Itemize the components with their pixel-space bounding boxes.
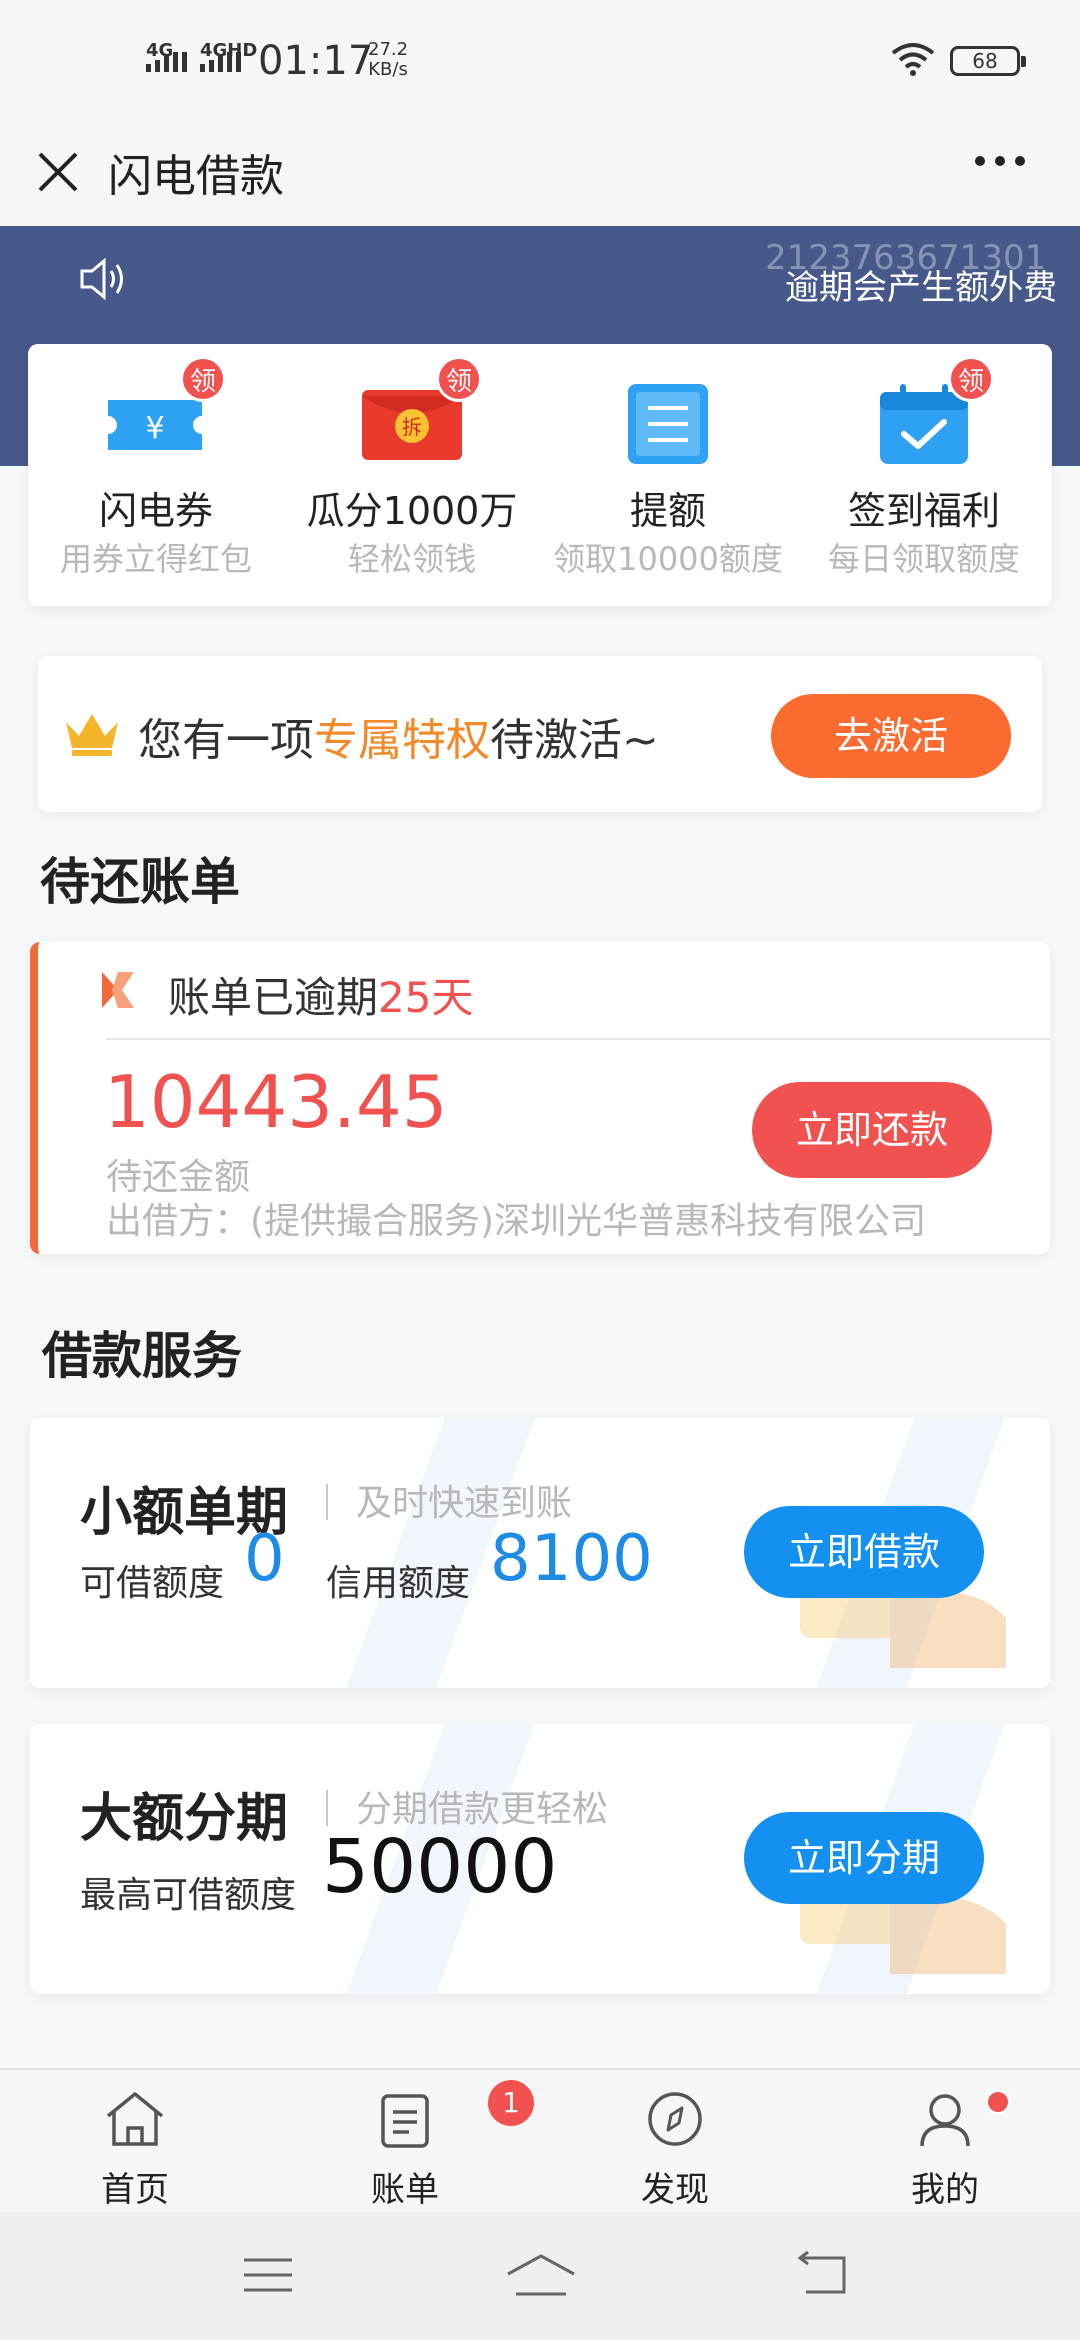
activate-button[interactable]: 去激活 (771, 694, 1011, 778)
separator (326, 1790, 328, 1826)
quick-item-title: 提额 (629, 489, 706, 533)
tab-mine[interactable]: 我的 (810, 2070, 1080, 2212)
close-icon[interactable] (28, 142, 88, 202)
bill-icon (381, 2094, 429, 2148)
borrow-now-button[interactable]: 立即借款 (744, 1506, 984, 1598)
more-icon[interactable] (975, 156, 1025, 166)
max-limit-value: 50000 (322, 1824, 558, 1910)
quick-item-subtitle: 领取10000额度 (553, 540, 783, 578)
bill-card: 账单已逾期25天 10443.45 待还金额 出借方：(提供撮合服务)深圳光华普… (30, 942, 1050, 1254)
available-limit-label: 可借额度 (80, 1563, 225, 1604)
quick-item-red-envelope[interactable]: 拆 领 瓜分1000万 轻松领钱 (284, 344, 540, 606)
network-speed: 27.2 KB/s (368, 40, 408, 80)
bottom-tab-bar: 首页 1 账单 发现 我的 (0, 2068, 1080, 2212)
battery-indicator: 68 (950, 46, 1026, 76)
tab-label: 发现 (641, 2170, 709, 2210)
quick-item-raise-limit[interactable]: 提额 领取10000额度 (540, 344, 796, 606)
small-loan-desc: 及时快速到账 (356, 1483, 573, 1524)
notification-badge: 1 (488, 2080, 534, 2126)
bill-status-text: 账单已逾期 (168, 973, 379, 1022)
quick-item-title: 闪电券 (98, 489, 213, 533)
claim-badge: 领 (436, 356, 482, 402)
large-loan-name: 大额分期 (80, 1789, 289, 1849)
privilege-card: 您有一项专属特权待激活~ 去激活 (38, 656, 1042, 812)
signal-icon-2 (200, 52, 241, 72)
tab-bill[interactable]: 1 账单 (270, 2070, 540, 2212)
speaker-icon (80, 257, 123, 301)
compass-icon (648, 2092, 702, 2146)
page-title: 闪电借款 (108, 151, 284, 202)
svg-text:¥: ¥ (145, 411, 164, 446)
claim-badge: 领 (180, 356, 226, 402)
home-icon (106, 2092, 164, 2146)
menu-icon[interactable] (240, 2250, 296, 2300)
credit-limit-label: 信用额度 (326, 1563, 471, 1604)
bill-amount: 10443.45 (104, 1060, 448, 1144)
bill-status: 账单已逾期25天 (168, 964, 473, 1025)
privilege-highlight: 专属特权 (314, 715, 490, 766)
credit-limit-value: 8100 (490, 1522, 653, 1596)
brand-logo-icon (102, 972, 134, 1008)
speed-value: 27.2 (368, 39, 409, 60)
overdue-days: 25天 (378, 973, 474, 1022)
privilege-message: 您有一项专属特权待激活~ (138, 704, 659, 768)
tab-label: 账单 (371, 2170, 439, 2210)
signal-icon (146, 52, 187, 72)
divider (106, 1038, 1050, 1040)
notification-dot (986, 2090, 1010, 2114)
quick-item-subtitle: 轻松领钱 (347, 540, 476, 578)
repay-now-button[interactable]: 立即还款 (752, 1082, 992, 1178)
quick-item-title: 签到福利 (847, 489, 1000, 533)
quick-item-title: 瓜分1000万 (306, 489, 518, 533)
max-limit-label: 最高可借额度 (80, 1875, 297, 1916)
system-navigation-bar (0, 2212, 1080, 2340)
app-header: 闪电借款 (0, 120, 1080, 226)
envelope-text: 拆 (402, 415, 422, 439)
document-icon (628, 384, 708, 464)
tab-label: 首页 (101, 2170, 169, 2210)
loan-section-title: 借款服务 (42, 1327, 242, 1385)
quick-item-checkin[interactable]: 领 签到福利 每日领取额度 (796, 344, 1052, 606)
crown-icon (66, 714, 118, 756)
privilege-suffix: 待激活~ (490, 715, 659, 766)
quick-menu: ¥ 领 闪电券 用券立得红包 拆 领 瓜分1000万 轻松领钱 提额 领取100… (28, 344, 1052, 606)
available-limit-value: 0 (244, 1522, 285, 1596)
speed-unit: KB/s (368, 59, 408, 80)
home-button-icon[interactable] (504, 2250, 578, 2304)
user-icon (920, 2094, 970, 2147)
status-bar: 4G 4GHD 01:17 27.2 KB/s 68 (0, 0, 1080, 120)
quick-item-coupon[interactable]: ¥ 领 闪电券 用券立得红包 (28, 344, 284, 606)
notice-text: 逾期会产生额外费 (785, 268, 1057, 308)
quick-item-subtitle: 用券立得红包 (59, 540, 252, 578)
lender-info: 出借方：(提供撮合服务)深圳光华普惠科技有限公司 (106, 1201, 927, 1242)
tab-discover[interactable]: 发现 (540, 2070, 810, 2212)
tab-home[interactable]: 首页 (0, 2070, 270, 2212)
clock: 01:17 (258, 38, 374, 84)
tab-label: 我的 (911, 2170, 979, 2210)
quick-item-subtitle: 每日领取额度 (827, 540, 1020, 578)
back-icon[interactable] (794, 2250, 852, 2300)
wifi-icon (891, 43, 935, 76)
bills-section-title: 待还账单 (40, 853, 240, 911)
privilege-prefix: 您有一项 (138, 715, 314, 766)
large-loan-card: 大额分期 分期借款更轻松 最高可借额度 50000 立即分期 (30, 1724, 1050, 1994)
small-loan-card: 小额单期 及时快速到账 可借额度 0 信用额度 8100 立即借款 (30, 1418, 1050, 1688)
claim-badge: 领 (948, 356, 994, 402)
installment-now-button[interactable]: 立即分期 (744, 1812, 984, 1904)
separator (326, 1484, 328, 1520)
